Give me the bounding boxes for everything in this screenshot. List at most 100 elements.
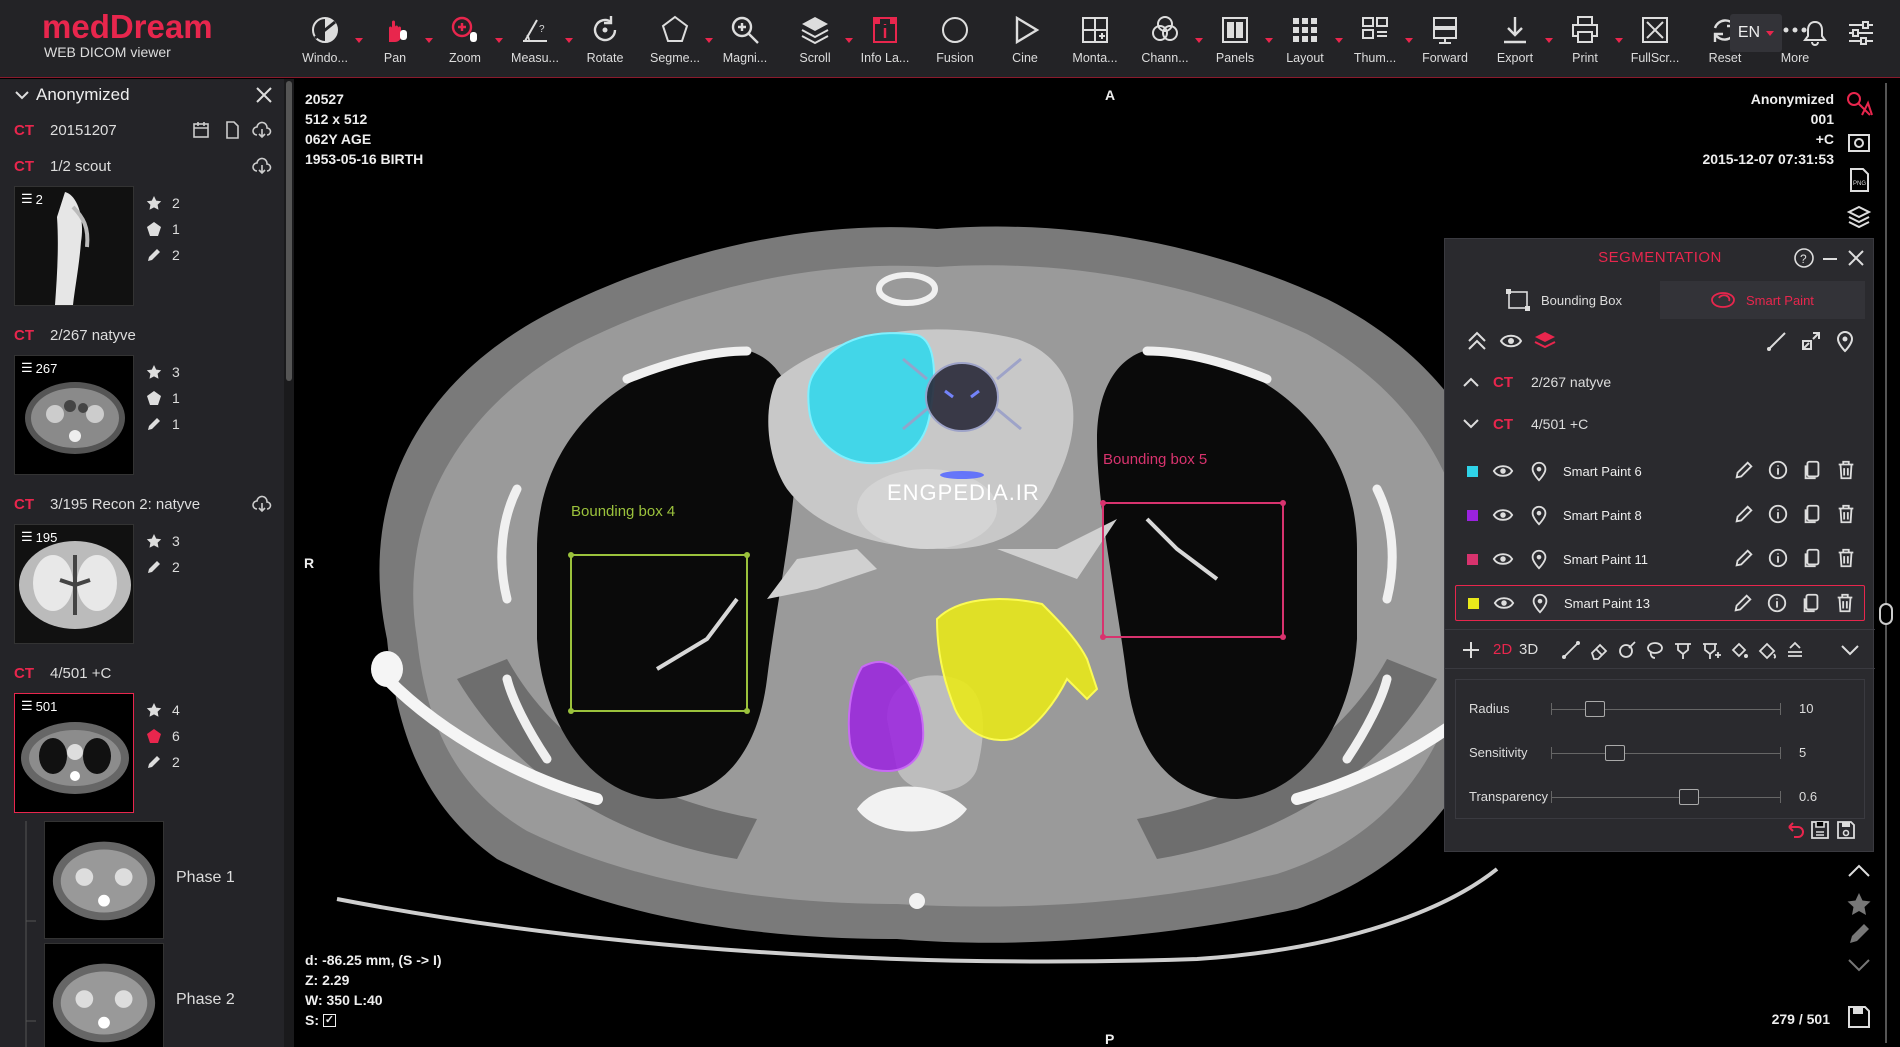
segmentation-series-2[interactable]: CT 4/501 +C [1455,409,1865,439]
tool-scroll-button[interactable]: Scroll [780,8,853,74]
layers-icon[interactable] [1533,329,1557,353]
segmentation-layer-row[interactable]: Smart Paint 8 [1455,497,1865,533]
viewport-scrollbar[interactable] [1879,79,1893,1047]
document-icon[interactable] [222,120,242,140]
bounding-box-5-label[interactable]: Bounding box 5 [1103,450,1207,470]
slider-track[interactable] [1551,745,1781,761]
tool-print-button[interactable]: Print [1550,8,1623,74]
tool-info-label-button[interactable]: Info La... [850,8,920,74]
image-viewport[interactable]: Bounding box 4 Bounding box 5 ENGPEDIA.I… [297,79,1900,1047]
slider-track[interactable] [1551,789,1781,805]
tool-pan-button[interactable]: Pan [360,8,433,74]
layer-color-swatch[interactable] [1467,465,1478,477]
threshold-plus-icon[interactable] [1701,640,1721,660]
location-pin-icon[interactable] [1528,504,1550,526]
slider-handle[interactable] [1605,745,1626,761]
tool-layout-button[interactable]: Layout [1270,8,1343,74]
add-icon[interactable] [1461,640,1481,660]
trash-icon[interactable] [1835,547,1857,569]
cloud-download-icon[interactable] [252,120,272,140]
series-thumbnail[interactable]: ☰ 267 [14,355,134,475]
trash-icon[interactable] [1834,592,1856,614]
tool-export-button[interactable]: Export [1480,8,1553,74]
tool-fullscreen-button[interactable]: FullScr... [1620,8,1690,74]
series-row-2[interactable]: CT 2/267 natyve [0,320,284,350]
tool-segmentation-button[interactable]: Segme... [640,8,713,74]
series-item-3[interactable]: ☰ 195 3 2 [14,524,284,674]
cloud-download-icon[interactable] [252,156,272,176]
expand-arrows-icon[interactable] [1799,329,1823,353]
star-icon[interactable] [1844,891,1874,917]
line-tool-icon[interactable] [1765,329,1789,353]
scrollbar-thumb[interactable] [1879,603,1893,625]
chevron-down-icon[interactable] [1844,953,1874,977]
eye-icon[interactable] [1493,592,1515,614]
minimize-icon[interactable] [1819,247,1841,269]
segmentation-layer-row[interactable]: Smart Paint 11 [1455,541,1865,577]
segmentation-layer-row[interactable]: Smart Paint 6 [1455,453,1865,489]
chevron-down-icon[interactable] [1839,640,1861,660]
camera-snapshot-icon[interactable] [1844,127,1874,157]
pencil-icon[interactable] [1733,503,1755,525]
png-export-icon[interactable]: PNG [1844,165,1874,195]
interpolate-icon[interactable] [1785,640,1805,660]
pencil-icon[interactable] [1844,921,1874,947]
slider-sensitivity[interactable]: Sensitivity 5 [1455,733,1865,773]
mode-2d-button[interactable]: 2D [1493,641,1512,658]
eye-icon[interactable] [1499,329,1523,353]
language-select[interactable]: EN [1730,14,1782,52]
eye-icon[interactable] [1492,548,1514,570]
study-row[interactable]: CT 20151207 [0,115,284,145]
bounding-box-4-label[interactable]: Bounding box 4 [571,502,675,522]
tab-bounding-box[interactable]: Bounding Box [1455,281,1660,319]
copy-icon[interactable] [1800,592,1822,614]
phase-label-1[interactable]: Phase 1 [176,869,235,887]
copy-icon[interactable] [1801,503,1823,525]
lasso-icon[interactable] [1645,640,1665,660]
tool-magnifier-button[interactable]: Magni... [710,8,780,74]
tool-fusion-button[interactable]: Fusion [920,8,990,74]
tool-window-level-button[interactable]: Windo... [290,8,363,74]
pencil-icon[interactable] [1733,547,1755,569]
undo-icon[interactable] [1783,819,1805,841]
trash-icon[interactable] [1835,459,1857,481]
series-row-3[interactable]: CT 3/195 Recon 2: natyve [0,489,284,519]
save-stack-icon[interactable] [1809,819,1831,841]
layer-color-swatch[interactable] [1468,597,1479,609]
save-icon[interactable] [1846,1004,1872,1030]
info-icon[interactable] [1767,547,1789,569]
sync-checkbox[interactable]: ✓ [323,1013,336,1027]
location-pin-icon[interactable] [1528,548,1550,570]
help-icon[interactable]: ? [1793,247,1815,269]
tool-forward-button[interactable]: Forward [1410,8,1480,74]
tool-measure-button[interactable]: ? Measu... [500,8,573,74]
patient-header[interactable]: Anonymized [0,79,284,111]
brush-icon[interactable] [1617,640,1637,660]
tool-panels-button[interactable]: Panels [1200,8,1273,74]
trash-icon[interactable] [1835,503,1857,525]
series-row-1[interactable]: CT 1/2 scout [0,151,284,181]
tool-rotate-button[interactable]: Rotate [570,8,640,74]
copy-icon[interactable] [1801,547,1823,569]
scrollbar-thumb[interactable] [286,81,292,381]
text-annotation-icon[interactable] [1844,89,1874,119]
location-pin-icon[interactable] [1529,592,1551,614]
calendar-sync-icon[interactable] [192,120,212,140]
info-icon[interactable] [1767,503,1789,525]
info-icon[interactable] [1766,592,1788,614]
layer-color-swatch[interactable] [1467,509,1478,521]
pencil-icon[interactable] [1733,459,1755,481]
segmentation-layer-row[interactable]: Smart Paint 13 [1455,585,1865,621]
slider-radius[interactable]: Radius 10 [1455,689,1865,729]
segmentation-series-1[interactable]: CT 2/267 natyve [1455,367,1865,397]
close-icon[interactable] [1845,247,1867,269]
slider-transparency[interactable]: Transparency 0.6 [1455,777,1865,817]
location-pin-icon[interactable] [1528,460,1550,482]
settings-sliders-icon[interactable] [1846,18,1876,48]
layer-color-swatch[interactable] [1467,553,1478,565]
series-row-4[interactable]: CT 4/501 +C [0,658,284,688]
eye-icon[interactable] [1492,504,1514,526]
copy-icon[interactable] [1801,459,1823,481]
slider-track[interactable] [1551,701,1781,717]
fill-tool-icon[interactable] [1729,640,1749,660]
